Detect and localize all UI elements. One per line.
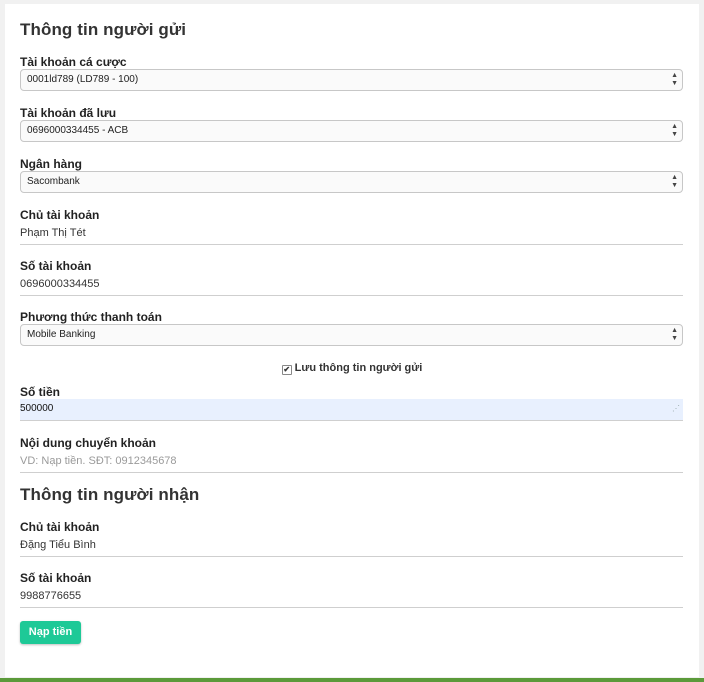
updown-arrows-icon: ▲ ▼ bbox=[671, 123, 678, 138]
save-sender-info-label[interactable]: Lưu thông tin người gửi bbox=[295, 362, 423, 374]
receiver-account-number-field[interactable]: 9988776655 bbox=[20, 586, 683, 608]
updown-arrows-icon: ▲ ▼ bbox=[671, 327, 678, 342]
receiver-section-title: Thông tin người nhận bbox=[20, 485, 200, 504]
deposit-form-card: Thông tin người gửi Tài khoản cá cược 00… bbox=[5, 4, 699, 677]
bank-label: Ngân hàng bbox=[20, 157, 82, 171]
sender-account-number-label: Số tài khoản bbox=[20, 259, 92, 273]
sender-account-number-field[interactable]: 0696000334455 bbox=[20, 274, 683, 296]
amount-field[interactable]: 500000 ⋰ bbox=[20, 399, 683, 421]
payment-method-select[interactable]: Mobile Banking ▲ ▼ bbox=[20, 324, 683, 346]
saved-account-select[interactable]: 0696000334455 - ACB ▲ ▼ bbox=[20, 120, 683, 142]
saved-account-label: Tài khoản đã lưu bbox=[20, 106, 117, 120]
transfer-note-label: Nội dung chuyển khoản bbox=[20, 436, 157, 450]
betting-account-select[interactable]: 0001ld789 (LD789 - 100) ▲ ▼ bbox=[20, 69, 683, 91]
sender-account-holder-label: Chủ tài khoản bbox=[20, 208, 100, 222]
receiver-account-holder-label: Chủ tài khoản bbox=[20, 520, 100, 534]
amount-label: Số tiền bbox=[20, 385, 61, 399]
bottom-accent-bar bbox=[0, 678, 704, 682]
sender-account-holder-value: Phạm Thị Tét bbox=[20, 227, 86, 239]
save-sender-info-checkbox[interactable]: ✔ bbox=[281, 365, 292, 375]
bank-value: Sacombank bbox=[27, 176, 80, 187]
transfer-note-field[interactable]: VD: Nạp tiền. SĐT: 0912345678 bbox=[20, 451, 683, 473]
payment-method-value: Mobile Banking bbox=[27, 329, 96, 340]
resize-handle-icon[interactable]: ⋰ bbox=[672, 399, 680, 419]
betting-account-value: 0001ld789 (LD789 - 100) bbox=[27, 74, 139, 85]
transfer-note-placeholder: VD: Nạp tiền. SĐT: 0912345678 bbox=[20, 455, 177, 467]
bank-select[interactable]: Sacombank ▲ ▼ bbox=[20, 171, 683, 193]
amount-value: 500000 bbox=[20, 403, 54, 414]
sender-account-number-value: 0696000334455 bbox=[20, 278, 100, 290]
payment-method-label: Phương thức thanh toán bbox=[20, 310, 162, 324]
betting-account-label: Tài khoản cá cược bbox=[20, 55, 127, 69]
receiver-account-holder-value: Đặng Tiểu Bình bbox=[20, 539, 96, 551]
sender-account-holder-field[interactable]: Phạm Thị Tét bbox=[20, 223, 683, 245]
deposit-button[interactable]: Nạp tiền bbox=[20, 621, 81, 644]
receiver-account-number-value: 9988776655 bbox=[20, 590, 82, 602]
receiver-account-holder-field[interactable]: Đặng Tiểu Bình bbox=[20, 535, 683, 557]
saved-account-value: 0696000334455 - ACB bbox=[27, 125, 129, 136]
updown-arrows-icon: ▲ ▼ bbox=[671, 72, 678, 87]
save-sender-info-row: ✔ Lưu thông tin người gửi bbox=[5, 362, 699, 375]
receiver-account-number-label: Số tài khoản bbox=[20, 571, 92, 585]
updown-arrows-icon: ▲ ▼ bbox=[671, 174, 678, 189]
sender-section-title: Thông tin người gửi bbox=[20, 20, 187, 39]
